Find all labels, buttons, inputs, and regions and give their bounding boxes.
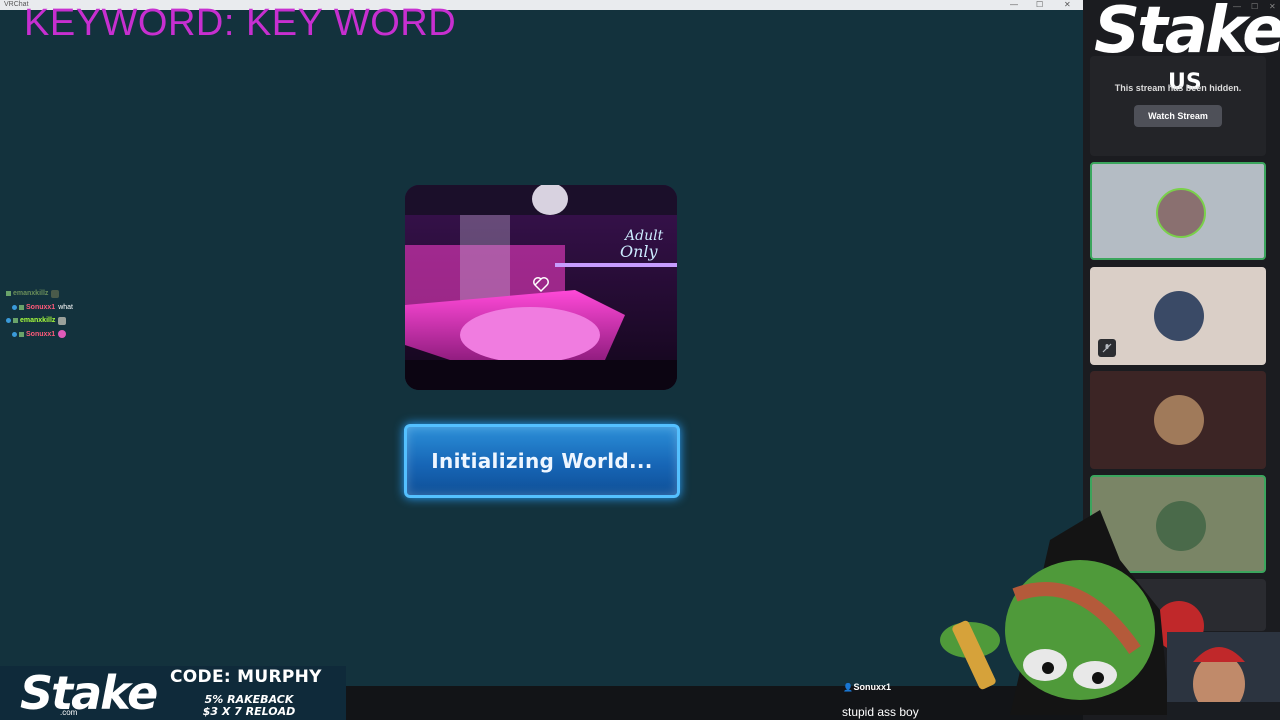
chat-message: Sonuxx1 what [6, 301, 116, 315]
stake-domain: .com [60, 708, 78, 717]
world-preview-image: Adult Only [405, 185, 677, 390]
loading-label: Initializing World... [431, 449, 653, 473]
chat-username: emanxkillz [20, 317, 56, 325]
member-badge-icon [19, 331, 24, 337]
member-badge-icon [19, 304, 24, 310]
keyword-overlay: KEYWORD: KEY WORD [24, 2, 457, 44]
stream-hidden-message: This stream has been hidden. [1114, 83, 1242, 93]
emote-icon [58, 316, 67, 325]
world-sign-text: Only [620, 242, 659, 261]
sub-badge-icon [6, 318, 11, 324]
streamer-webcam [1167, 632, 1280, 720]
chat-message: emanxkillz [6, 287, 116, 301]
chat-username: Sonuxx1 [26, 330, 56, 338]
avatar [1154, 291, 1204, 341]
member-badge-icon [13, 318, 18, 324]
close-icon[interactable]: ✕ [1064, 0, 1071, 10]
emote-icon [58, 330, 67, 339]
watch-stream-label: Watch Stream [1148, 111, 1208, 121]
chat-text: what [58, 303, 73, 311]
participant-tile[interactable] [1090, 371, 1266, 469]
muted-mic-icon [1098, 339, 1116, 357]
stake-logo: Stake [1094, 0, 1280, 68]
avatar [1156, 188, 1206, 238]
sub-badge-icon [12, 304, 17, 310]
chat-username: emanxkillz [13, 290, 49, 298]
maximize-icon[interactable]: ☐ [1036, 0, 1043, 10]
chat-username: Sonuxx1 [26, 303, 56, 311]
chat-message: Sonuxx1 [6, 328, 116, 342]
message-username: 👤 Sonuxx1 [843, 682, 892, 692]
sub-badge-icon [12, 331, 17, 337]
stream-chat: emanxkillz Sonuxx1 what emanxkillz Sonux… [6, 287, 116, 341]
initializing-world-button[interactable]: Initializing World... [404, 424, 680, 498]
avatar [1154, 395, 1204, 445]
promo-code: CODE: MURPHY [170, 667, 322, 687]
emote-icon [51, 289, 60, 298]
chat-message: emanxkillz [6, 314, 116, 328]
member-badge-icon [6, 291, 11, 297]
watch-stream-button[interactable]: Watch Stream [1134, 105, 1222, 127]
minimize-icon[interactable]: — [1010, 0, 1018, 10]
promo-reload: $3 X 7 RELOAD [202, 705, 296, 718]
participant-tile[interactable] [1090, 162, 1266, 260]
message-text: stupid ass boy [842, 705, 919, 719]
stake-logo: Stake [20, 666, 158, 720]
user-icon: 👤 [843, 683, 853, 692]
participant-tile[interactable] [1090, 267, 1266, 365]
pepe-mascot-image [940, 510, 1170, 715]
